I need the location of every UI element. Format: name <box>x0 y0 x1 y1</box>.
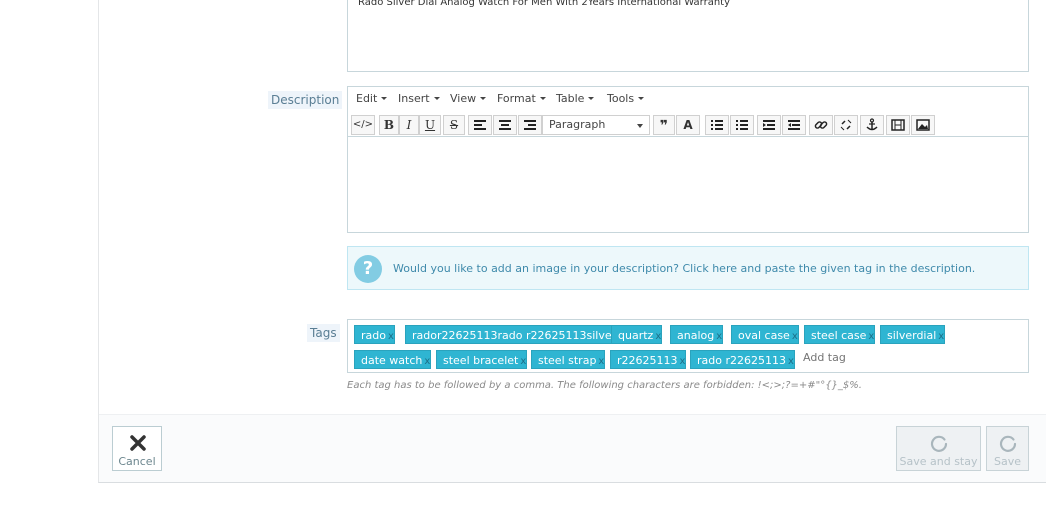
anchor-icon <box>866 118 878 131</box>
bold-button[interactable]: B <box>379 115 399 135</box>
tag-chip: r22625113 x <box>610 350 687 369</box>
numbered-list-icon <box>736 120 748 130</box>
caret-down-icon <box>433 97 440 100</box>
unlink-icon <box>840 119 852 131</box>
outdent-icon <box>763 120 775 130</box>
editor-menubar: Edit Insert View Format Table Tools <box>348 87 1028 112</box>
tags-hint: Each tag has to be followed by a comma. … <box>347 380 862 391</box>
remove-tag-icon[interactable]: x <box>938 331 944 342</box>
tag-chip: analog x <box>670 325 724 344</box>
remove-tag-icon[interactable]: x <box>520 356 526 367</box>
tag-chip: silverdial x <box>880 325 946 344</box>
tag-chip: steel strap x <box>531 350 606 369</box>
align-center-button[interactable] <box>493 115 517 135</box>
caret-down-icon <box>480 97 487 100</box>
menu-format[interactable]: Format <box>497 93 546 105</box>
tag-chip: date watch x <box>354 350 432 369</box>
remove-tag-icon[interactable]: x <box>598 356 604 367</box>
menu-edit[interactable]: Edit <box>356 93 388 105</box>
save-and-stay-button[interactable]: Save and stay <box>896 426 981 471</box>
align-left-icon <box>474 120 486 130</box>
info-message-link[interactable]: Would you like to add an image in your d… <box>393 263 975 275</box>
align-center-icon <box>499 120 511 130</box>
menu-insert[interactable]: Insert <box>398 93 440 105</box>
cancel-button[interactable]: Cancel <box>112 426 162 471</box>
anchor-button[interactable] <box>860 115 884 135</box>
insert-image-button[interactable] <box>911 115 935 135</box>
image-icon <box>916 119 930 131</box>
remove-tag-icon[interactable]: x <box>788 356 794 367</box>
caret-down-icon <box>637 124 643 128</box>
align-left-button[interactable] <box>468 115 492 135</box>
caret-down-icon <box>588 97 595 100</box>
film-icon <box>891 119 905 131</box>
add-tag-input[interactable] <box>803 351 923 364</box>
link-icon <box>814 121 828 129</box>
remove-tag-icon[interactable]: x <box>655 331 661 342</box>
menu-table[interactable]: Table <box>556 93 595 105</box>
save-button[interactable]: Save <box>986 426 1029 471</box>
text-color-button[interactable]: A <box>676 115 700 135</box>
insert-media-button[interactable] <box>886 115 910 135</box>
remove-tag-icon[interactable]: x <box>424 356 430 367</box>
numbered-list-button[interactable] <box>730 115 754 135</box>
tag-chip: rado r22625113 x <box>690 350 795 369</box>
editor-toolbar: </> B I U S Paragraph ❞ A <box>348 112 1028 137</box>
short-description-text: Rado Silver Dial Analog Watch For Men Wi… <box>358 0 731 8</box>
menu-view[interactable]: View <box>450 93 487 105</box>
blockquote-button[interactable]: ❞ <box>653 115 675 135</box>
tag-chip: steel bracelet x <box>436 350 528 369</box>
remove-tag-icon[interactable]: x <box>868 331 874 342</box>
source-code-button[interactable]: </> <box>351 115 375 135</box>
menu-tools[interactable]: Tools <box>607 93 645 105</box>
description-image-info-alert: ? Would you like to add an image in your… <box>347 246 1029 290</box>
tags-label: Tags <box>307 324 340 342</box>
remove-link-button[interactable] <box>834 115 858 135</box>
strikethrough-button[interactable]: S <box>443 115 465 135</box>
close-icon <box>130 435 146 451</box>
remove-tag-icon[interactable]: x <box>680 356 686 367</box>
remove-tag-icon[interactable]: x <box>716 331 722 342</box>
caret-down-icon <box>638 97 645 100</box>
bullet-list-icon <box>711 120 723 130</box>
tags-input-box[interactable]: radox rador22625113rado r22625113silvex … <box>347 319 1029 373</box>
outdent-button[interactable] <box>757 115 781 135</box>
tag-chip: quartz x <box>611 325 663 344</box>
caret-down-icon <box>539 97 546 100</box>
short-description-editor[interactable]: Rado Silver Dial Analog Watch For Men Wi… <box>347 0 1029 72</box>
indent-button[interactable] <box>782 115 806 135</box>
tag-chip: rador22625113rado r22625113silvex <box>405 325 621 344</box>
question-circle-icon: ? <box>354 255 382 283</box>
align-right-button[interactable] <box>518 115 542 135</box>
description-editor: Edit Insert View Format Table Tools </> … <box>347 86 1029 233</box>
caret-down-icon <box>381 97 388 100</box>
format-select[interactable]: Paragraph <box>542 115 650 135</box>
align-right-icon <box>524 120 536 130</box>
bullet-list-button[interactable] <box>705 115 729 135</box>
form-footer: Cancel Save and stay Save <box>99 414 1046 482</box>
tag-chip: steel case x <box>804 325 876 344</box>
refresh-icon <box>999 435 1017 452</box>
description-edit-area[interactable] <box>348 138 1028 233</box>
remove-tag-icon[interactable]: x <box>792 331 798 342</box>
description-label: Description <box>268 91 343 109</box>
remove-tag-icon[interactable]: x <box>388 331 394 342</box>
tag-chip: rado x <box>354 325 395 344</box>
indent-icon <box>788 120 800 130</box>
refresh-icon <box>930 435 948 452</box>
product-form-panel: Rado Silver Dial Analog Watch For Men Wi… <box>98 0 1046 483</box>
tag-chip: oval case x <box>731 325 799 344</box>
underline-button[interactable]: U <box>419 115 441 135</box>
insert-link-button[interactable] <box>809 115 833 135</box>
italic-button[interactable]: I <box>399 115 419 135</box>
